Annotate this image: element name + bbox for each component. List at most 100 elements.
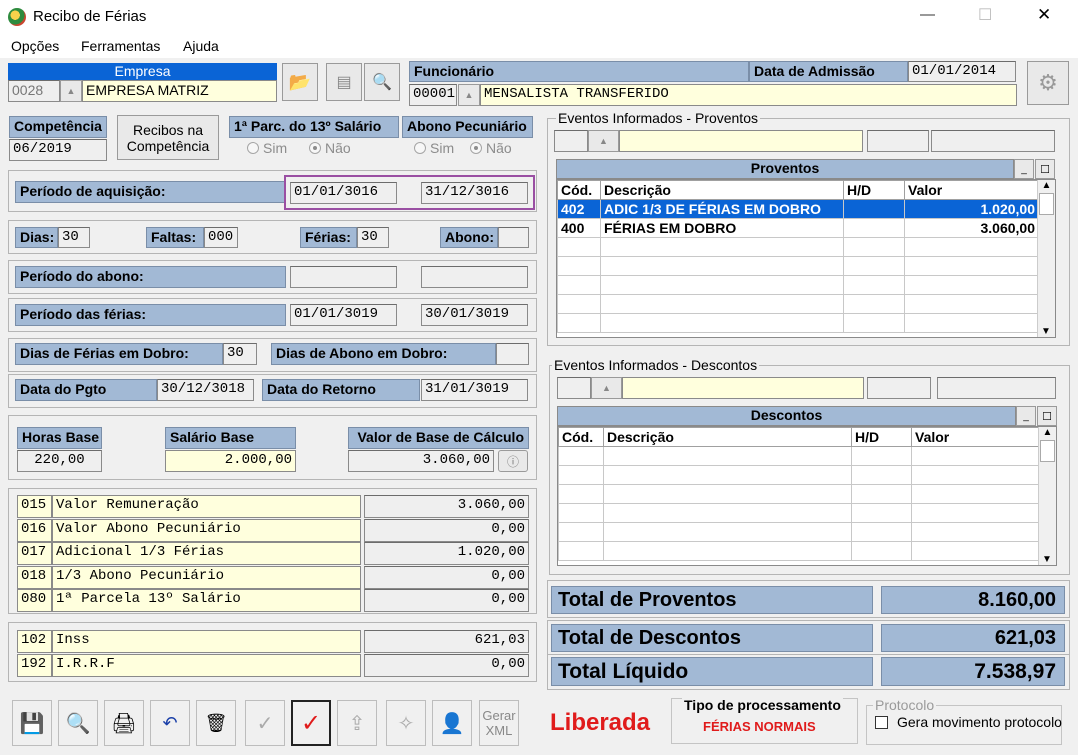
- cell-cod[interactable]: [558, 465, 604, 485]
- abono-dobro-field[interactable]: [496, 343, 529, 365]
- cell-desc[interactable]: [603, 465, 852, 485]
- menu-ajuda[interactable]: Ajuda: [183, 38, 219, 54]
- cell-hd[interactable]: [851, 503, 912, 523]
- desc-input-lookup[interactable]: ▲: [591, 377, 622, 399]
- desc-input-desc[interactable]: [622, 377, 864, 399]
- desconto-calc-desc[interactable]: Inss: [52, 630, 361, 653]
- desconto-calc-code[interactable]: 102: [17, 630, 52, 653]
- cell-desc[interactable]: [603, 503, 852, 523]
- funcionario-lookup-button[interactable]: ▲: [458, 84, 480, 106]
- table-row[interactable]: [558, 484, 1040, 504]
- cell-desc[interactable]: [600, 275, 844, 295]
- menu-ferramentas[interactable]: Ferramentas: [81, 38, 160, 54]
- admissao-field[interactable]: 01/01/2014: [908, 61, 1016, 82]
- cell-valor[interactable]: [904, 313, 1039, 333]
- cell-valor[interactable]: [911, 541, 1040, 561]
- cell-valor[interactable]: [911, 446, 1040, 466]
- table-row[interactable]: [557, 313, 1039, 333]
- report-button[interactable]: ▤: [326, 63, 362, 101]
- periodo-abono-fim-field[interactable]: [421, 266, 528, 288]
- funcionario-detail-button[interactable]: ⚙: [1027, 61, 1069, 105]
- table-row[interactable]: [558, 522, 1040, 542]
- minimize-button[interactable]: —: [920, 6, 935, 23]
- table-row[interactable]: [558, 465, 1040, 485]
- cell-hd[interactable]: [851, 446, 912, 466]
- export-button[interactable]: ⇪: [337, 700, 377, 746]
- funcionario-name-field[interactable]: MENSALISTA TRANSFERIDO: [480, 84, 1017, 106]
- cell-hd[interactable]: [843, 199, 905, 219]
- scroll-down-icon[interactable]: ▼: [1039, 554, 1055, 565]
- cell-hd[interactable]: [843, 218, 905, 238]
- table-row[interactable]: [558, 503, 1040, 523]
- cell-cod[interactable]: [557, 256, 601, 276]
- cell-hd[interactable]: [851, 541, 912, 561]
- cell-desc[interactable]: [603, 446, 852, 466]
- table-row[interactable]: [558, 446, 1040, 466]
- cell-valor[interactable]: 1.020,00: [904, 199, 1039, 219]
- calculo-value[interactable]: 0,00: [364, 589, 529, 612]
- table-row[interactable]: [557, 294, 1039, 314]
- funcionario-code-field[interactable]: 00001: [409, 84, 457, 106]
- calculo-code[interactable]: 017: [17, 542, 52, 565]
- horas-base-field[interactable]: 220,00: [17, 450, 102, 472]
- cell-desc[interactable]: FÉRIAS EM DOBRO: [600, 218, 844, 238]
- prov-input-desc[interactable]: [619, 130, 863, 152]
- cell-desc[interactable]: [600, 294, 844, 314]
- dias-field[interactable]: 30: [58, 227, 90, 248]
- cell-hd[interactable]: [843, 256, 905, 276]
- calculo-code[interactable]: 016: [17, 518, 52, 542]
- parcela13-nao-radio[interactable]: Não: [309, 140, 351, 156]
- desconto-calc-value[interactable]: 621,03: [364, 630, 529, 653]
- cell-cod[interactable]: [558, 503, 604, 523]
- cell-desc[interactable]: [600, 313, 844, 333]
- cell-valor[interactable]: 3.060,00: [904, 218, 1039, 238]
- cell-cod[interactable]: [558, 541, 604, 561]
- prov-header-cod[interactable]: Cód.: [557, 180, 601, 200]
- empresa-lookup-button[interactable]: ▲: [60, 80, 82, 102]
- menu-opcoes[interactable]: Opções: [11, 38, 59, 54]
- cell-hd[interactable]: [843, 237, 905, 257]
- desc-header-cod[interactable]: Cód.: [558, 427, 604, 447]
- proventos-minimize-button[interactable]: _: [1014, 159, 1034, 179]
- calculo-desc[interactable]: Valor Abono Pecuniário: [52, 518, 361, 542]
- user-search-button[interactable]: 👤: [432, 700, 472, 746]
- descontos-maximize-button[interactable]: ☐: [1037, 406, 1057, 426]
- cell-desc[interactable]: [603, 522, 852, 542]
- cell-desc[interactable]: ADIC 1/3 DE FÉRIAS EM DOBRO: [600, 199, 844, 219]
- cell-hd[interactable]: [851, 522, 912, 542]
- confirm-disabled-button[interactable]: ✓: [245, 700, 285, 746]
- prov-input-lookup[interactable]: ▲: [588, 130, 619, 152]
- base-calculo-info-button[interactable]: ⓘ: [498, 450, 528, 472]
- search-button[interactable]: 🔍: [58, 700, 98, 746]
- cell-valor[interactable]: [911, 484, 1040, 504]
- ferias-field[interactable]: 30: [357, 227, 389, 248]
- cell-cod[interactable]: [558, 446, 604, 466]
- calculo-desc[interactable]: Adicional 1/3 Férias: [52, 542, 361, 565]
- calculo-desc[interactable]: Valor Remuneração: [52, 495, 361, 518]
- liberar-button[interactable]: ✓: [291, 700, 331, 746]
- cell-valor[interactable]: [904, 237, 1039, 257]
- cell-cod[interactable]: 400: [557, 218, 601, 238]
- abono-count-field[interactable]: [498, 227, 529, 248]
- cell-hd[interactable]: [851, 465, 912, 485]
- desc-input-hd[interactable]: [867, 377, 931, 399]
- cell-desc[interactable]: [600, 256, 844, 276]
- cell-valor[interactable]: [904, 294, 1039, 314]
- competencia-field[interactable]: 06/2019: [9, 139, 107, 161]
- cell-valor[interactable]: [911, 503, 1040, 523]
- table-row[interactable]: [557, 275, 1039, 295]
- open-folder-button[interactable]: 📂: [282, 63, 318, 101]
- calculo-code[interactable]: 015: [17, 495, 52, 518]
- calculo-value[interactable]: 0,00: [364, 565, 529, 589]
- maximize-button[interactable]: ☐: [978, 5, 992, 25]
- table-row[interactable]: 402 ADIC 1/3 DE FÉRIAS EM DOBRO 1.020,00: [557, 199, 1039, 219]
- prov-input-hd[interactable]: [867, 130, 929, 152]
- cell-cod[interactable]: 402: [557, 199, 601, 219]
- cell-cod[interactable]: [558, 484, 604, 504]
- descontos-minimize-button[interactable]: _: [1016, 406, 1036, 426]
- table-row[interactable]: 400 FÉRIAS EM DOBRO 3.060,00: [557, 218, 1039, 238]
- calculo-value[interactable]: 3.060,00: [364, 495, 529, 518]
- calculo-code[interactable]: 018: [17, 565, 52, 589]
- proventos-maximize-button[interactable]: ☐: [1035, 159, 1055, 179]
- scroll-thumb[interactable]: [1039, 193, 1054, 215]
